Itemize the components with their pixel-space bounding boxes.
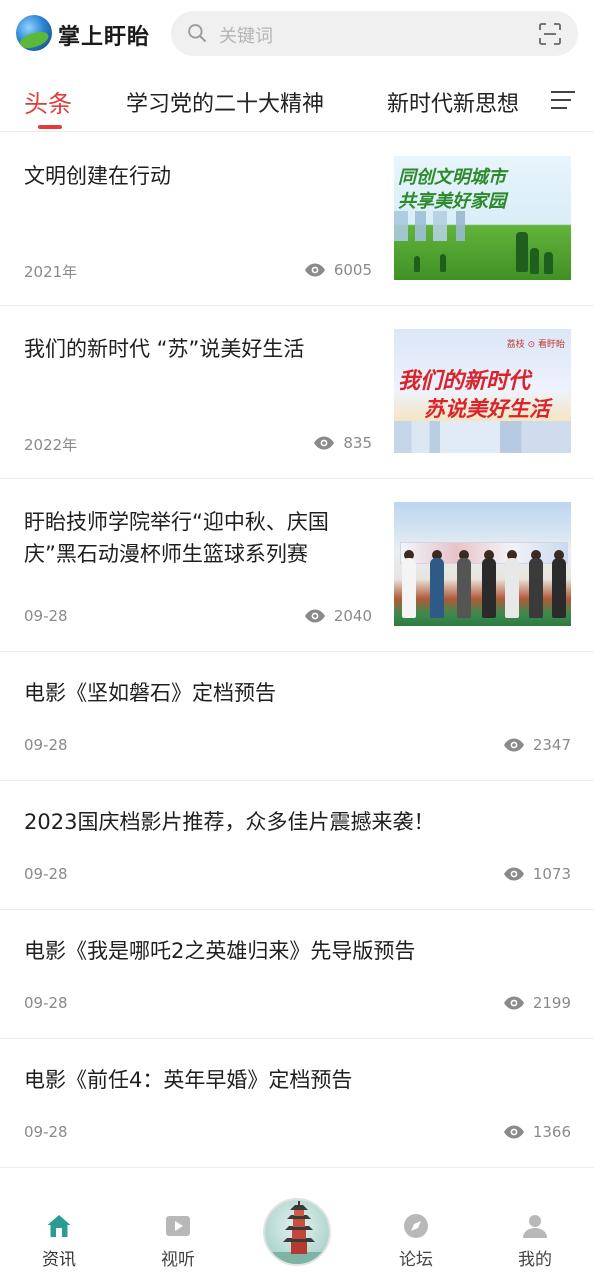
search-icon xyxy=(188,24,206,42)
app-brand: 掌上盱眙 xyxy=(58,25,151,50)
eye-icon xyxy=(304,263,325,277)
view-count: 2040 xyxy=(304,607,372,625)
news-item[interactable]: 电影《我是哪吒2之英雄归来》先导版预告 09-28 2199 xyxy=(0,910,594,1039)
tab-new-era[interactable]: 新时代新思想 xyxy=(387,86,519,118)
view-count: 1073 xyxy=(503,865,571,883)
search-bar[interactable]: 关键词 xyxy=(171,11,578,56)
nav-news[interactable]: 资讯 xyxy=(19,1213,99,1270)
search-input[interactable]: 关键词 xyxy=(219,22,273,48)
view-count-value: 2040 xyxy=(333,607,372,625)
news-item[interactable]: 我们的新时代 “苏”说美好生活 2022年 835 荔枝 ⊙ 看盱眙 我们的新时… xyxy=(0,306,594,479)
news-thumbnail[interactable] xyxy=(394,502,571,626)
news-item[interactable]: 电影《前任4：英年早婚》定档预告 09-28 1366 xyxy=(0,1039,594,1168)
compass-icon xyxy=(404,1214,428,1238)
nav-label: 论坛 xyxy=(399,1250,433,1270)
news-date: 2022年 xyxy=(24,436,78,454)
news-date: 09-28 xyxy=(24,736,68,754)
news-date: 2021年 xyxy=(24,263,78,281)
news-title: 盱眙技师学院举行“迎中秋、庆国庆”黑石动漫杯师生篮球系列赛 xyxy=(24,510,329,566)
active-tab-indicator xyxy=(38,125,62,129)
news-item[interactable]: 电影《坚如磐石》定档预告 09-28 2347 xyxy=(0,652,594,781)
view-count: 2347 xyxy=(503,736,571,754)
news-thumbnail[interactable]: 同创文明城市 共享美好家园 xyxy=(394,156,571,280)
nav-label: 我的 xyxy=(518,1250,552,1270)
view-count: 835 xyxy=(313,434,372,452)
thumbnail-text: 苏说美好生活 xyxy=(424,396,550,421)
play-icon xyxy=(166,1216,190,1236)
home-icon xyxy=(47,1215,71,1237)
news-title: 电影《我是哪吒2之英雄归来》先导版预告 xyxy=(24,939,416,963)
news-title: 电影《坚如磐石》定档预告 xyxy=(24,681,276,705)
user-icon xyxy=(523,1215,547,1238)
news-item[interactable]: 盱眙技师学院举行“迎中秋、庆国庆”黑石动漫杯师生篮球系列赛 09-28 2040 xyxy=(0,479,594,652)
eye-icon xyxy=(503,996,524,1010)
center-feature-button[interactable] xyxy=(263,1198,331,1266)
tab-headline[interactable]: 头条 xyxy=(24,84,72,119)
app-logo xyxy=(16,15,52,51)
view-count-value: 1073 xyxy=(532,865,571,883)
news-item[interactable]: 文明创建在行动 2021年 6005 同创文明城市 共享美好家园 xyxy=(0,133,594,306)
news-thumbnail[interactable]: 荔枝 ⊙ 看盱眙 我们的新时代 苏说美好生活 xyxy=(394,329,571,453)
tab-party-congress[interactable]: 学习党的二十大精神 xyxy=(126,86,324,118)
thumbnail-text: 我们的新时代 xyxy=(398,368,531,394)
nav-label: 视听 xyxy=(161,1250,195,1270)
view-count-value: 835 xyxy=(343,434,372,452)
news-title: 文明创建在行动 xyxy=(24,164,171,188)
news-feed: 文明创建在行动 2021年 6005 同创文明城市 共享美好家园 我们的新时代 … xyxy=(0,133,594,1168)
nav-profile[interactable]: 我的 xyxy=(495,1213,575,1270)
bottom-nav: 资讯 视听 论坛 我的 xyxy=(0,1193,594,1280)
view-count-value: 6005 xyxy=(333,261,372,279)
news-item[interactable]: 2023国庆档影片推荐，众多佳片震撼来袭！ 09-28 1073 xyxy=(0,781,594,910)
news-date: 09-28 xyxy=(24,994,68,1012)
news-title: 我们的新时代 “苏”说美好生活 xyxy=(24,337,305,361)
news-title: 2023国庆档影片推荐，众多佳片震撼来袭！ xyxy=(24,810,435,834)
news-title: 电影《前任4：英年早婚》定档预告 xyxy=(24,1068,353,1092)
eye-icon xyxy=(314,436,335,450)
eye-icon xyxy=(503,1125,524,1139)
thumbnail-text: 同创文明城市 共享美好家园 xyxy=(398,167,506,212)
nav-video[interactable]: 视听 xyxy=(138,1213,218,1270)
news-date: 09-28 xyxy=(24,865,68,883)
channel-tabs: 头条 学习党的二十大精神 新时代新思想 xyxy=(0,68,594,132)
thumbnail-logos: 荔枝 ⊙ 看盱眙 xyxy=(506,340,565,350)
app-header: 掌上盱眙 关键词 xyxy=(0,0,594,68)
nav-forum[interactable]: 论坛 xyxy=(376,1213,456,1270)
eye-icon xyxy=(304,609,325,623)
eye-icon xyxy=(503,867,524,881)
channel-menu-icon[interactable] xyxy=(549,88,577,112)
pagoda-icon xyxy=(265,1201,329,1264)
news-date: 09-28 xyxy=(24,1123,68,1141)
view-count: 6005 xyxy=(304,261,372,279)
eye-icon xyxy=(503,738,524,752)
nav-label: 资讯 xyxy=(42,1250,76,1270)
view-count-value: 2347 xyxy=(532,736,571,754)
view-count: 2199 xyxy=(503,994,571,1012)
view-count-value: 2199 xyxy=(532,994,571,1012)
view-count-value: 1366 xyxy=(532,1123,571,1141)
news-date: 09-28 xyxy=(24,607,68,625)
view-count: 1366 xyxy=(503,1123,571,1141)
scan-icon[interactable] xyxy=(538,22,562,46)
